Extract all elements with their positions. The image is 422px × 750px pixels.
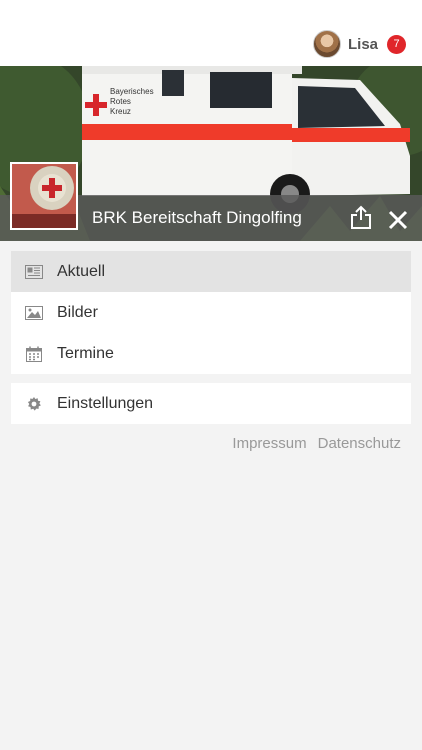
user-profile[interactable]: Lisa 7	[312, 28, 406, 60]
svg-text:Bayerisches: Bayerisches	[110, 87, 154, 96]
share-icon	[351, 205, 371, 229]
menu-item-termine[interactable]: Termine	[11, 333, 411, 374]
menu-item-aktuell[interactable]: Aktuell	[11, 251, 411, 292]
footer-links: Impressum Datenschutz	[232, 435, 401, 452]
close-icon	[388, 210, 408, 230]
svg-text:Kreuz: Kreuz	[110, 107, 131, 116]
menu-item-einstellungen[interactable]: Einstellungen	[11, 383, 411, 424]
menu-item-label: Einstellungen	[57, 394, 154, 412]
gear-icon	[25, 396, 43, 412]
notification-badge[interactable]: 7	[387, 34, 406, 54]
hero-banner: Bayerisches Rotes Kreuz BRK Bereitschaft…	[0, 66, 422, 241]
menu-item-bilder[interactable]: Bilder	[11, 292, 411, 333]
page-title: BRK Bereitschaft Dingolfing	[92, 208, 302, 227]
svg-text:Rotes: Rotes	[110, 97, 131, 106]
top-bar: Lisa 7	[0, 0, 422, 66]
menu-item-label: Bilder	[57, 303, 98, 321]
image-icon	[25, 305, 43, 321]
datenschutz-link[interactable]: Datenschutz	[318, 435, 401, 452]
avatar[interactable]	[312, 30, 341, 58]
menu-item-label: Termine	[57, 344, 114, 362]
newspaper-icon	[25, 264, 43, 280]
calendar-icon	[25, 346, 43, 362]
impressum-link[interactable]: Impressum	[232, 435, 306, 452]
share-button[interactable]	[350, 205, 372, 229]
menu-item-label: Aktuell	[57, 262, 106, 280]
main-menu: Aktuell Bilder Termine	[11, 251, 411, 374]
organization-logo	[10, 162, 78, 230]
close-button[interactable]	[388, 210, 408, 230]
settings-menu: Einstellungen	[11, 383, 411, 424]
user-name[interactable]: Lisa	[348, 36, 378, 53]
